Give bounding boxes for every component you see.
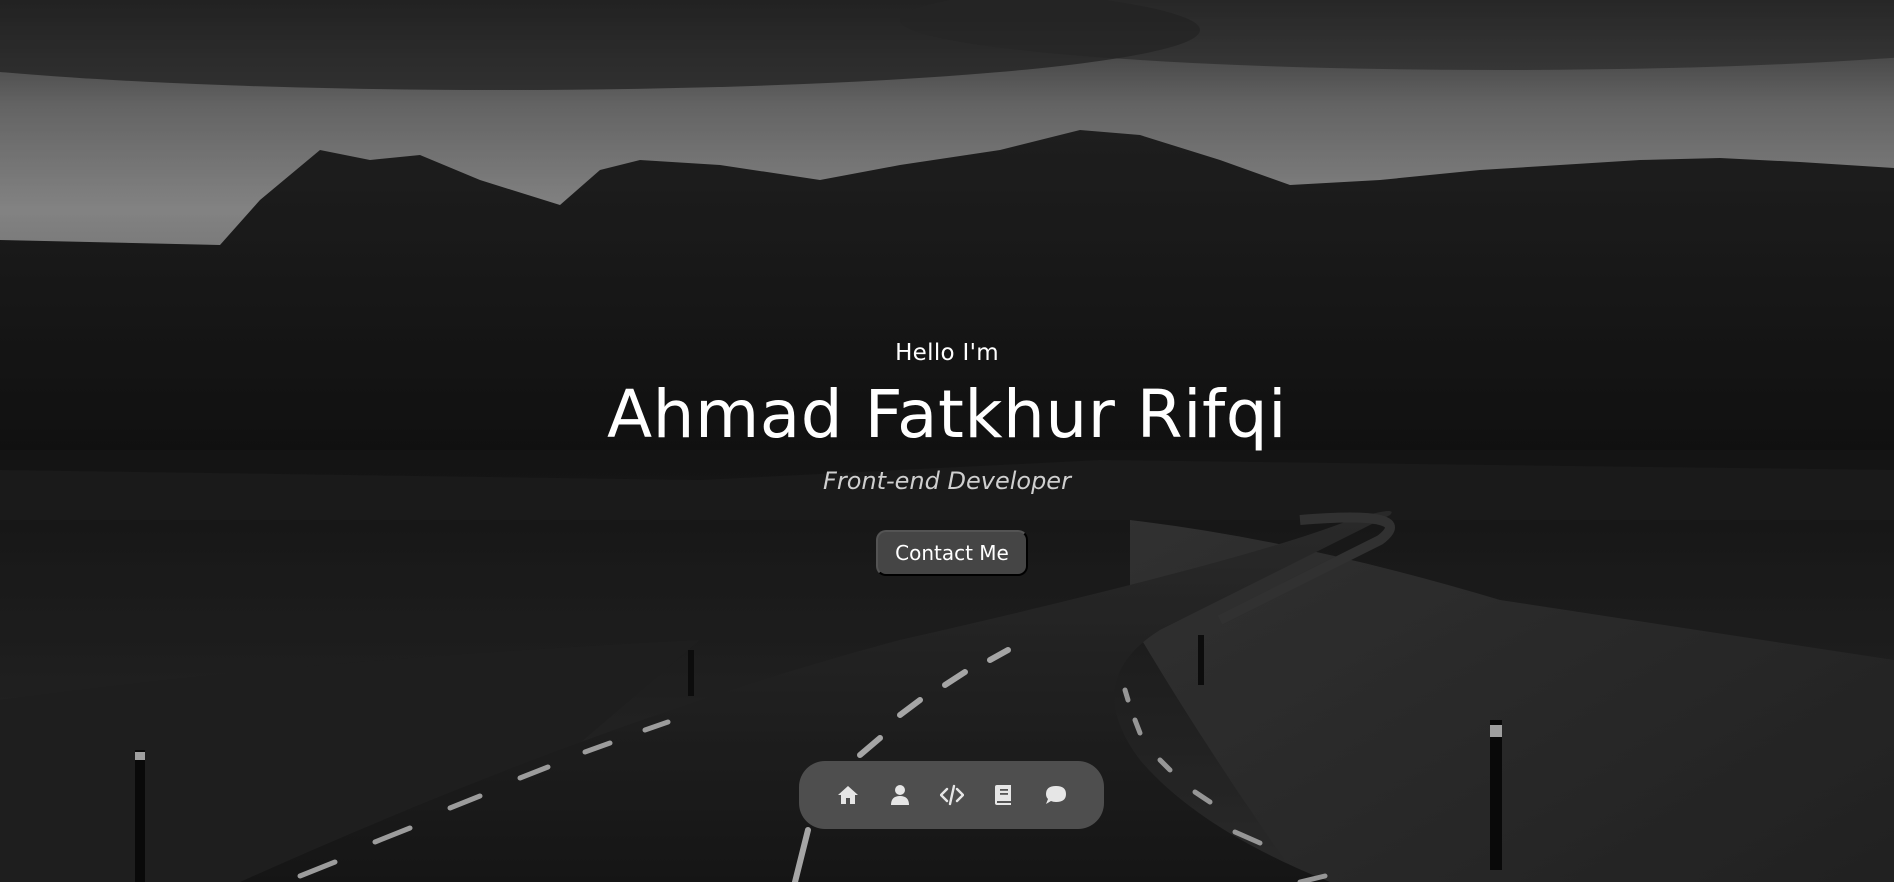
- role-subtitle: Front-end Developer: [823, 467, 1071, 495]
- user-icon: [890, 785, 909, 805]
- nav-contact[interactable]: [1043, 782, 1069, 808]
- book-icon: [994, 785, 1011, 805]
- contact-me-button[interactable]: Contact Me: [876, 530, 1028, 576]
- bottom-nav: [799, 761, 1104, 829]
- code-icon: [939, 784, 964, 806]
- greeting-text: Hello I'm: [895, 340, 999, 366]
- nav-about[interactable]: [887, 782, 913, 808]
- nav-projects[interactable]: [939, 782, 965, 808]
- intro-block: Hello I'm Ahmad Fatkhur Rifqi Front-end …: [0, 340, 1894, 495]
- home-icon: [837, 786, 858, 804]
- chat-icon: [1045, 786, 1066, 804]
- hero-section: Hello I'm Ahmad Fatkhur Rifqi Front-end …: [0, 0, 1894, 882]
- nav-resume[interactable]: [991, 782, 1017, 808]
- nav-home[interactable]: [835, 782, 861, 808]
- page-title: Ahmad Fatkhur Rifqi: [607, 376, 1287, 453]
